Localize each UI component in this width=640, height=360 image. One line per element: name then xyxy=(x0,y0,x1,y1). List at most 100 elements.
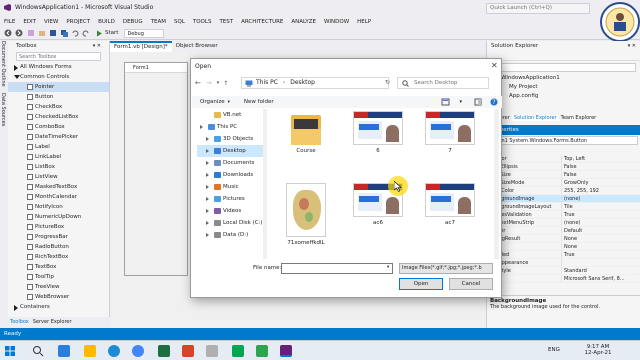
toolbox-item-monthcalendar[interactable]: MonthCalendar xyxy=(8,192,109,202)
toolbox-item-button[interactable]: Button xyxy=(8,92,109,102)
powerpoint-icon[interactable] xyxy=(182,345,194,357)
start-menu-icon[interactable] xyxy=(4,345,16,357)
property-value[interactable]: True xyxy=(561,251,640,258)
toolbox-item-label[interactable]: Label xyxy=(8,142,109,152)
menu-team[interactable]: TEAM xyxy=(151,19,166,25)
property-row[interactable]: FlatAppearance xyxy=(487,259,640,267)
configuration-dropdown[interactable]: Debug xyxy=(124,28,165,38)
property-value[interactable]: False xyxy=(561,163,640,170)
menu-debug[interactable]: DEBUG xyxy=(123,19,143,25)
nav-item-this-pc[interactable]: This PC xyxy=(197,121,263,133)
tab-team-explorer[interactable]: Team Explorer xyxy=(559,115,599,121)
expand-chevron-icon[interactable] xyxy=(206,161,209,165)
toolbox-search-input[interactable]: Search Toolbox xyxy=(16,52,101,61)
property-row[interactable]: FontMicrosoft Sans Serif, 8... xyxy=(487,275,640,283)
property-row[interactable]: EnabledTrue xyxy=(487,251,640,259)
file-name-input[interactable] xyxy=(281,263,393,274)
nav-item-3d-objects[interactable]: 3D Objects xyxy=(197,133,263,145)
tab-solution-explorer[interactable]: Solution Explorer xyxy=(511,115,559,121)
toolbox-item-notifyicon[interactable]: NotifyIcon xyxy=(8,202,109,212)
menu-file[interactable]: FILE xyxy=(4,19,15,25)
expand-chevron-icon[interactable] xyxy=(206,149,209,153)
menu-window[interactable]: WINDOW xyxy=(324,19,349,25)
toolbox-item-richtextbox[interactable]: RichTextBox xyxy=(8,252,109,262)
tab-form1-design[interactable]: Form1.vb [Design]* xyxy=(110,41,172,52)
toolbox-item-progressbar[interactable]: ProgressBar xyxy=(8,232,109,242)
forward-arrow-icon[interactable]: → xyxy=(206,79,212,87)
menu-edit[interactable]: EDIT xyxy=(23,19,36,25)
file-explorer-icon[interactable] xyxy=(84,345,96,357)
dialog-close-button[interactable]: ✕ xyxy=(491,61,498,70)
file-tile[interactable]: 6 xyxy=(347,111,409,154)
nav-item-desktop[interactable]: Desktop xyxy=(197,145,263,157)
expand-chevron-icon[interactable] xyxy=(200,125,203,129)
preview-pane-icon[interactable] xyxy=(474,98,482,106)
property-value[interactable]: (none) xyxy=(561,219,640,226)
search-icon[interactable] xyxy=(32,345,44,357)
nav-item-local-disk-c-[interactable]: Local Disk (C:) xyxy=(197,217,263,229)
property-row[interactable]: AutoEllipsis False xyxy=(487,163,640,171)
property-value[interactable]: GrowOnly xyxy=(561,179,640,186)
up-arrow-icon[interactable]: ↑ xyxy=(223,80,228,87)
property-value[interactable]: Top, Left xyxy=(561,155,640,162)
expand-chevron-icon[interactable] xyxy=(206,221,209,225)
help-icon[interactable]: ? xyxy=(490,98,498,106)
back-arrow-icon[interactable]: ← xyxy=(195,79,201,87)
toolbox-item-datetimepicker[interactable]: DateTimePicker xyxy=(8,132,109,142)
menu-sql[interactable]: SQL xyxy=(174,19,185,25)
open-button[interactable]: Open xyxy=(399,278,443,290)
property-value[interactable]: None xyxy=(561,235,640,242)
toolbox-item-radiobutton[interactable]: RadioButton xyxy=(8,242,109,252)
solution-search-input[interactable] xyxy=(491,63,636,72)
property-value[interactable]: Default xyxy=(561,227,640,234)
address-desktop[interactable]: Desktop xyxy=(290,79,315,86)
property-value[interactable]: Tile xyxy=(561,203,640,210)
property-value[interactable]: Standard xyxy=(561,267,640,274)
save-all-icon[interactable] xyxy=(60,29,68,37)
property-value[interactable]: Microsoft Sans Serif, 8... xyxy=(561,275,640,282)
language-indicator[interactable]: ENG xyxy=(548,347,560,353)
project-node[interactable]: WindowsApplication1 xyxy=(487,74,640,83)
property-row[interactable]: AutoSizeMode GrowOnly xyxy=(487,179,640,187)
toolbox-item-listview[interactable]: ListView xyxy=(8,172,109,182)
visual-studio-taskbar-icon[interactable] xyxy=(280,345,292,357)
property-value[interactable]: False xyxy=(561,171,640,178)
expand-chevron-icon[interactable] xyxy=(206,209,209,213)
organize-button[interactable]: Organize xyxy=(200,99,225,105)
expand-chevron-icon[interactable] xyxy=(206,197,209,201)
clock[interactable]: 9:17 AM 12-Apr-21 xyxy=(580,344,616,356)
camtasia-icon[interactable] xyxy=(232,345,244,357)
start-button[interactable]: Start xyxy=(96,30,118,37)
toolbox-item-linklabel[interactable]: LinkLabel xyxy=(8,152,109,162)
excel-icon[interactable] xyxy=(158,345,170,357)
file-name-dropdown-icon[interactable]: ▾ xyxy=(387,265,389,270)
expand-chevron-icon[interactable] xyxy=(206,137,209,141)
close-icon[interactable]: ▾ ✕ xyxy=(628,43,636,49)
form1-window[interactable]: Form1 xyxy=(124,62,188,276)
nav-item-vb-net[interactable]: VB.net xyxy=(197,109,263,121)
nav-item-videos[interactable]: Videos xyxy=(197,205,263,217)
property-row[interactable]: DialogResult None xyxy=(487,235,640,243)
expand-chevron-icon[interactable] xyxy=(206,173,209,177)
menu-help[interactable]: HELP xyxy=(357,19,371,25)
tab-object-browser[interactable]: Object Browser xyxy=(172,41,222,52)
property-row[interactable]: CursorDefault xyxy=(487,227,640,235)
menu-project[interactable]: PROJECT xyxy=(66,19,90,25)
forward-icon[interactable] xyxy=(15,29,23,37)
group-all-windows-forms[interactable]: All Windows Forms xyxy=(8,62,109,72)
my-project-node[interactable]: My Project xyxy=(487,83,640,92)
nav-item-data-d-[interactable]: Data (D:) xyxy=(197,229,263,241)
tab-server-explorer[interactable]: Server Explorer xyxy=(33,319,72,325)
refresh-icon[interactable]: ↻ xyxy=(385,79,390,86)
file-tile[interactable]: 7 xyxy=(419,111,481,154)
tab-toolbox[interactable]: Toolbox xyxy=(10,319,29,325)
expand-chevron-icon[interactable] xyxy=(206,233,209,237)
property-row[interactable]: BackColor255, 255, 192 xyxy=(487,187,640,195)
dialog-search-input[interactable]: Search Desktop xyxy=(397,77,489,89)
quick-launch-input[interactable]: Quick Launch (Ctrl+Q) xyxy=(486,3,590,14)
toolbox-item-pointer[interactable]: Pointer xyxy=(8,82,109,92)
toolbox-item-checkedlistbox[interactable]: CheckedListBox xyxy=(8,112,109,122)
app-icon[interactable] xyxy=(206,345,218,357)
notepad-plus-icon[interactable] xyxy=(256,345,268,357)
property-row[interactable]: BackgroundImage (none) xyxy=(487,195,640,203)
